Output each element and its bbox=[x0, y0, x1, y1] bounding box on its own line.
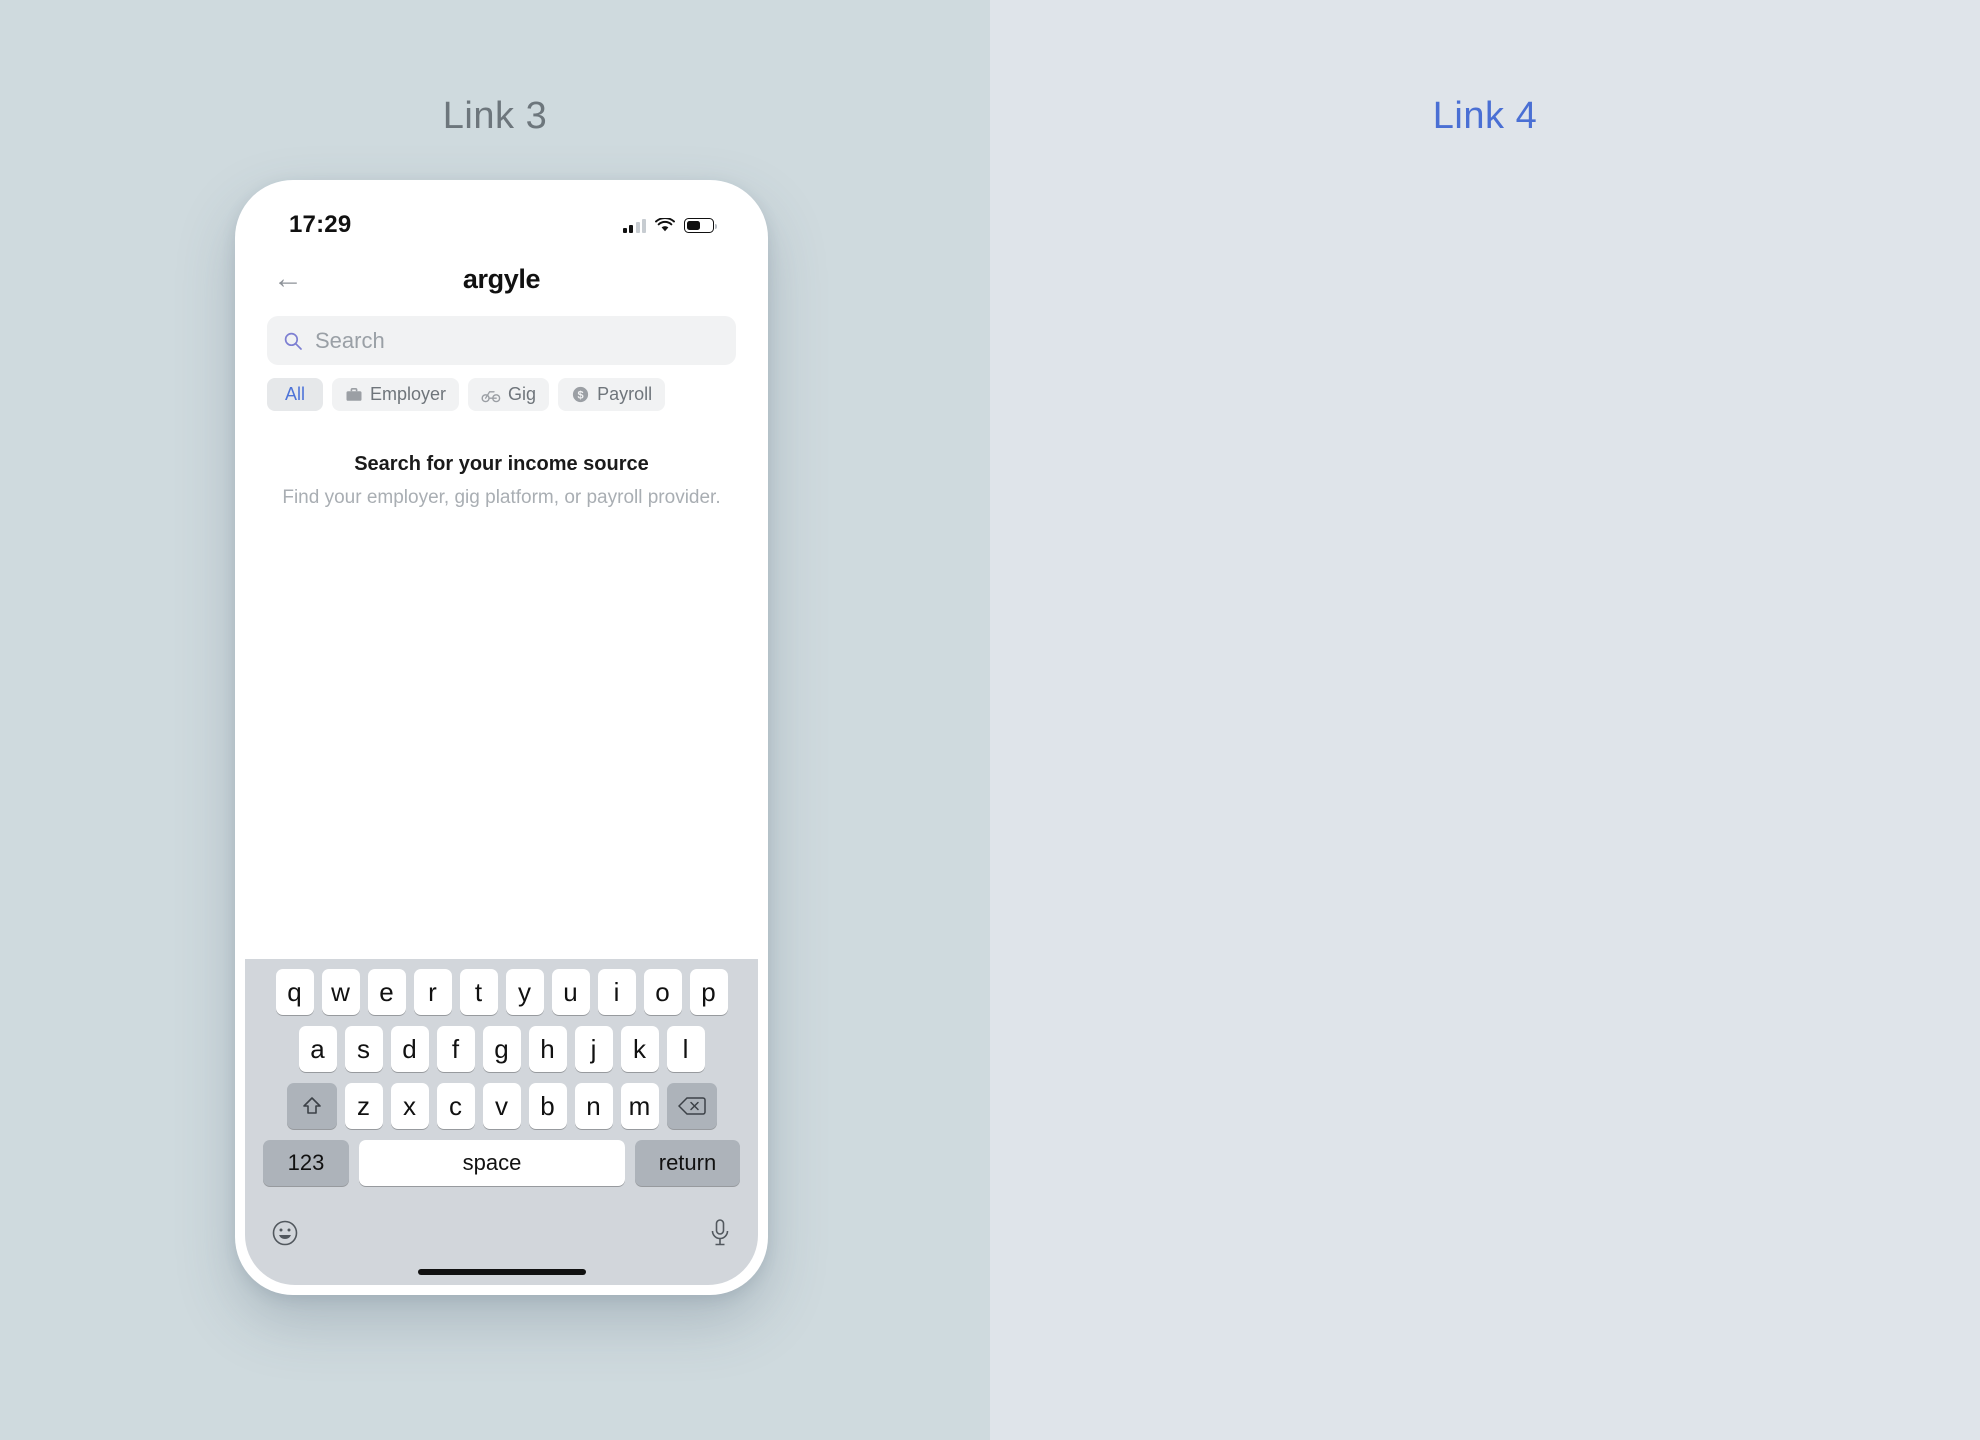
key-r[interactable]: r bbox=[413, 969, 452, 1015]
empty-state-title: Search for your income source bbox=[354, 453, 649, 475]
backspace-icon[interactable] bbox=[666, 1083, 717, 1129]
onscreen-keyboard-left: q w e r t y u i o p a s d f g h j k l z … bbox=[245, 959, 758, 1285]
key-y[interactable]: y bbox=[505, 969, 544, 1015]
key-k[interactable]: k bbox=[620, 1026, 659, 1072]
status-time: 17:29 bbox=[289, 211, 352, 238]
key-e[interactable]: e bbox=[367, 969, 406, 1015]
empty-state-subtitle: Find your employer, gig platform, or pay… bbox=[282, 487, 721, 508]
keyboard-row-1: q w e r t y u i o p bbox=[245, 969, 758, 1015]
filter-chip-all[interactable]: All bbox=[267, 378, 324, 411]
key-b[interactable]: b bbox=[528, 1083, 567, 1129]
empty-state: Search for your income source Find your … bbox=[245, 453, 758, 509]
key-z[interactable]: z bbox=[344, 1083, 383, 1129]
briefcase-icon bbox=[345, 386, 363, 404]
microphone-icon[interactable] bbox=[708, 1218, 732, 1248]
key-i[interactable]: i bbox=[597, 969, 636, 1015]
key-m[interactable]: m bbox=[620, 1083, 659, 1129]
keyboard-row-2: a s d f g h j k l bbox=[245, 1026, 758, 1072]
home-indicator bbox=[417, 1269, 586, 1275]
key-g[interactable]: g bbox=[482, 1026, 521, 1072]
key-h[interactable]: h bbox=[528, 1026, 567, 1072]
search-input[interactable]: Search bbox=[267, 316, 736, 365]
shift-icon[interactable] bbox=[286, 1083, 337, 1129]
status-bar-left: 17:29 bbox=[245, 190, 758, 248]
keyboard-footer bbox=[245, 1197, 758, 1269]
brand-logo-argyle: argyle bbox=[462, 263, 541, 294]
key-v[interactable]: v bbox=[482, 1083, 521, 1129]
filter-chip-payroll[interactable]: $ Payroll bbox=[558, 378, 666, 411]
key-space[interactable]: space bbox=[359, 1140, 625, 1186]
battery-icon bbox=[684, 217, 717, 233]
wifi-icon bbox=[655, 217, 675, 233]
keyboard-row-4: 123 space return bbox=[245, 1140, 758, 1186]
key-s[interactable]: s bbox=[344, 1026, 383, 1072]
key-a[interactable]: a bbox=[298, 1026, 337, 1072]
key-u[interactable]: u bbox=[551, 969, 590, 1015]
filter-chip-label: Payroll bbox=[597, 384, 653, 404]
key-p[interactable]: p bbox=[689, 969, 728, 1015]
key-q[interactable]: q bbox=[275, 969, 314, 1015]
dollar-circle-icon: $ bbox=[571, 385, 590, 404]
phone-mockup-left: 17:29 ← argyle Search All Employer Gig $… bbox=[235, 180, 768, 1295]
phone-screen-left: 17:29 ← argyle Search All Employer Gig $… bbox=[245, 190, 758, 1285]
cellular-signal-icon bbox=[622, 218, 646, 233]
key-t[interactable]: t bbox=[459, 969, 498, 1015]
filter-chip-label: Employer bbox=[370, 384, 447, 404]
key-l[interactable]: l bbox=[666, 1026, 705, 1072]
filter-chip-gig[interactable]: Gig bbox=[468, 378, 550, 411]
bicycle-icon bbox=[481, 386, 501, 404]
svg-text:$: $ bbox=[578, 390, 584, 402]
panel-link-4: Link 4 3:27 bbox=[990, 0, 1980, 1440]
key-w[interactable]: w bbox=[321, 969, 360, 1015]
nav-bar-left: ← argyle bbox=[245, 248, 758, 310]
key-numbers[interactable]: 123 bbox=[263, 1140, 349, 1186]
key-f[interactable]: f bbox=[436, 1026, 475, 1072]
emoji-icon[interactable] bbox=[271, 1219, 299, 1247]
search-icon bbox=[283, 331, 303, 351]
filter-chip-row: All Employer Gig $ Payroll bbox=[267, 378, 736, 411]
panel-title-link-3: Link 3 bbox=[442, 95, 548, 137]
filter-chip-label: Gig bbox=[508, 384, 537, 404]
panel-title-link-4: Link 4 bbox=[1432, 95, 1538, 137]
filter-chip-employer[interactable]: Employer bbox=[332, 378, 460, 411]
key-c[interactable]: c bbox=[436, 1083, 475, 1129]
key-x[interactable]: x bbox=[390, 1083, 429, 1129]
search-placeholder: Search bbox=[315, 327, 385, 353]
keyboard-row-3: z x c v b n m bbox=[245, 1083, 758, 1129]
key-o[interactable]: o bbox=[643, 969, 682, 1015]
key-j[interactable]: j bbox=[574, 1026, 613, 1072]
panel-link-3: Link 3 17:29 ← argyle Search All Employe… bbox=[0, 0, 990, 1440]
key-n[interactable]: n bbox=[574, 1083, 613, 1129]
status-icons bbox=[622, 217, 717, 233]
filter-chip-label: All bbox=[285, 384, 306, 404]
key-d[interactable]: d bbox=[390, 1026, 429, 1072]
key-return[interactable]: return bbox=[635, 1140, 740, 1186]
